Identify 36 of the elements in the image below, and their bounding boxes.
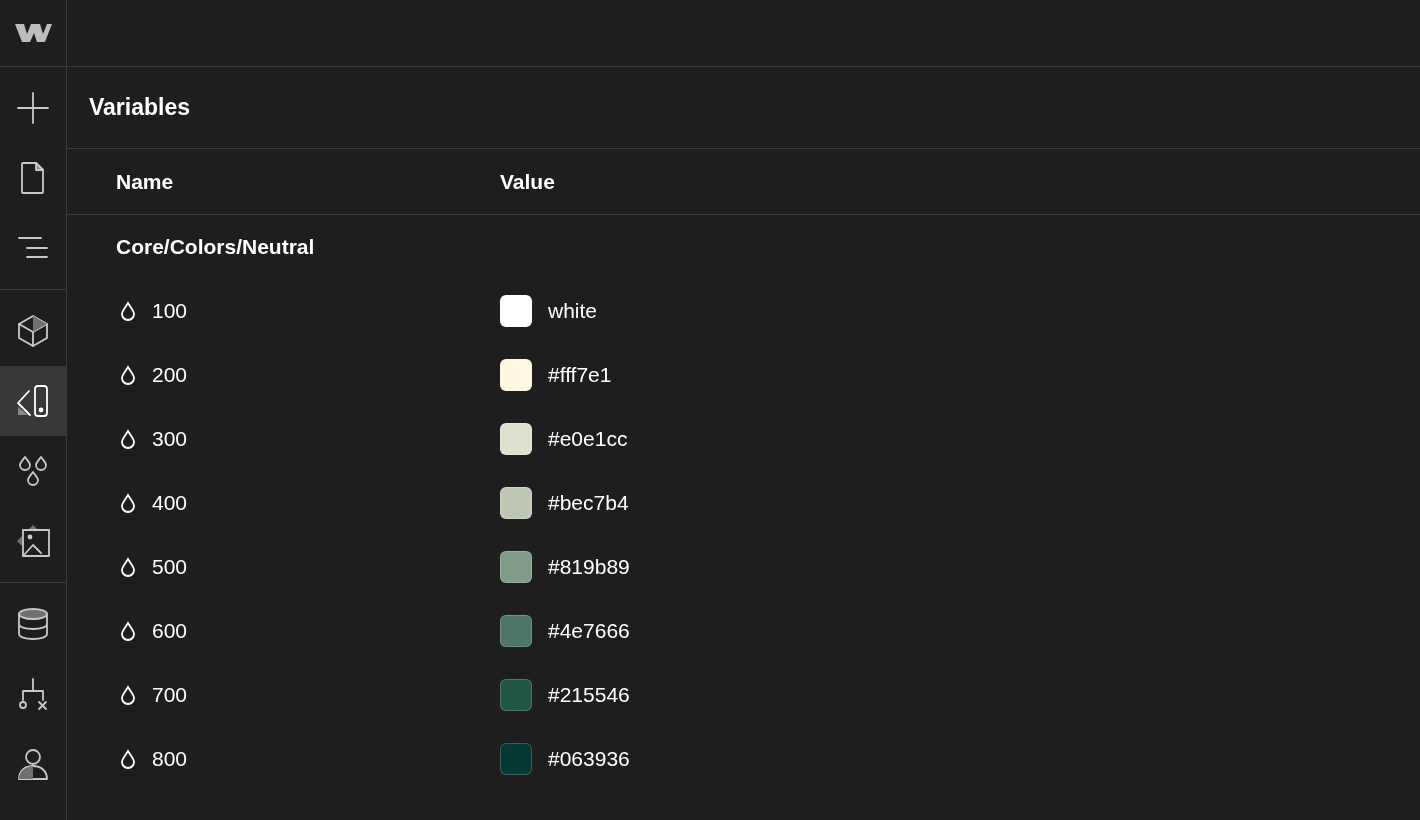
column-header: Name	[116, 168, 175, 195]
cube-icon	[15, 313, 51, 349]
drop-icon	[120, 493, 136, 513]
sidebar-button[interactable]	[0, 366, 66, 436]
panel-title: Variables	[89, 93, 191, 123]
drop-icon	[120, 685, 136, 705]
variable-name: 500	[152, 554, 188, 581]
variable-name: 200	[152, 362, 188, 389]
swatch-icon	[15, 383, 51, 419]
variable-value: #4e7666	[548, 618, 630, 645]
user-icon	[15, 746, 51, 782]
variable-name: 300	[152, 426, 188, 453]
drop-icon	[120, 301, 136, 321]
logo-icon[interactable]	[13, 21, 53, 45]
image-icon	[15, 523, 51, 559]
column-header: Value	[500, 168, 555, 195]
database-icon	[15, 606, 51, 642]
drop-icon	[120, 429, 136, 449]
variable-name: 800	[152, 746, 188, 773]
drop-icon	[120, 749, 136, 769]
variable-value: #063936	[548, 746, 630, 773]
drop-icon	[120, 621, 136, 641]
variable-value: #bec7b4	[548, 490, 629, 517]
group-name: Core/Colors/Neutral	[116, 234, 315, 261]
plus-icon	[15, 90, 51, 126]
variable-name: 100	[152, 298, 188, 325]
variable-value: #fff7e1	[548, 362, 612, 389]
variable-value: #819b89	[548, 554, 630, 581]
variable-value: #215546	[548, 682, 630, 709]
variable-name: 400	[152, 490, 188, 517]
drop-icon	[120, 557, 136, 577]
drop-icon	[120, 365, 136, 385]
variable-value: #e0e1cc	[548, 426, 628, 453]
variable-name: 600	[152, 618, 188, 645]
variable-name: 700	[152, 682, 188, 709]
variable-value: white	[548, 298, 598, 325]
